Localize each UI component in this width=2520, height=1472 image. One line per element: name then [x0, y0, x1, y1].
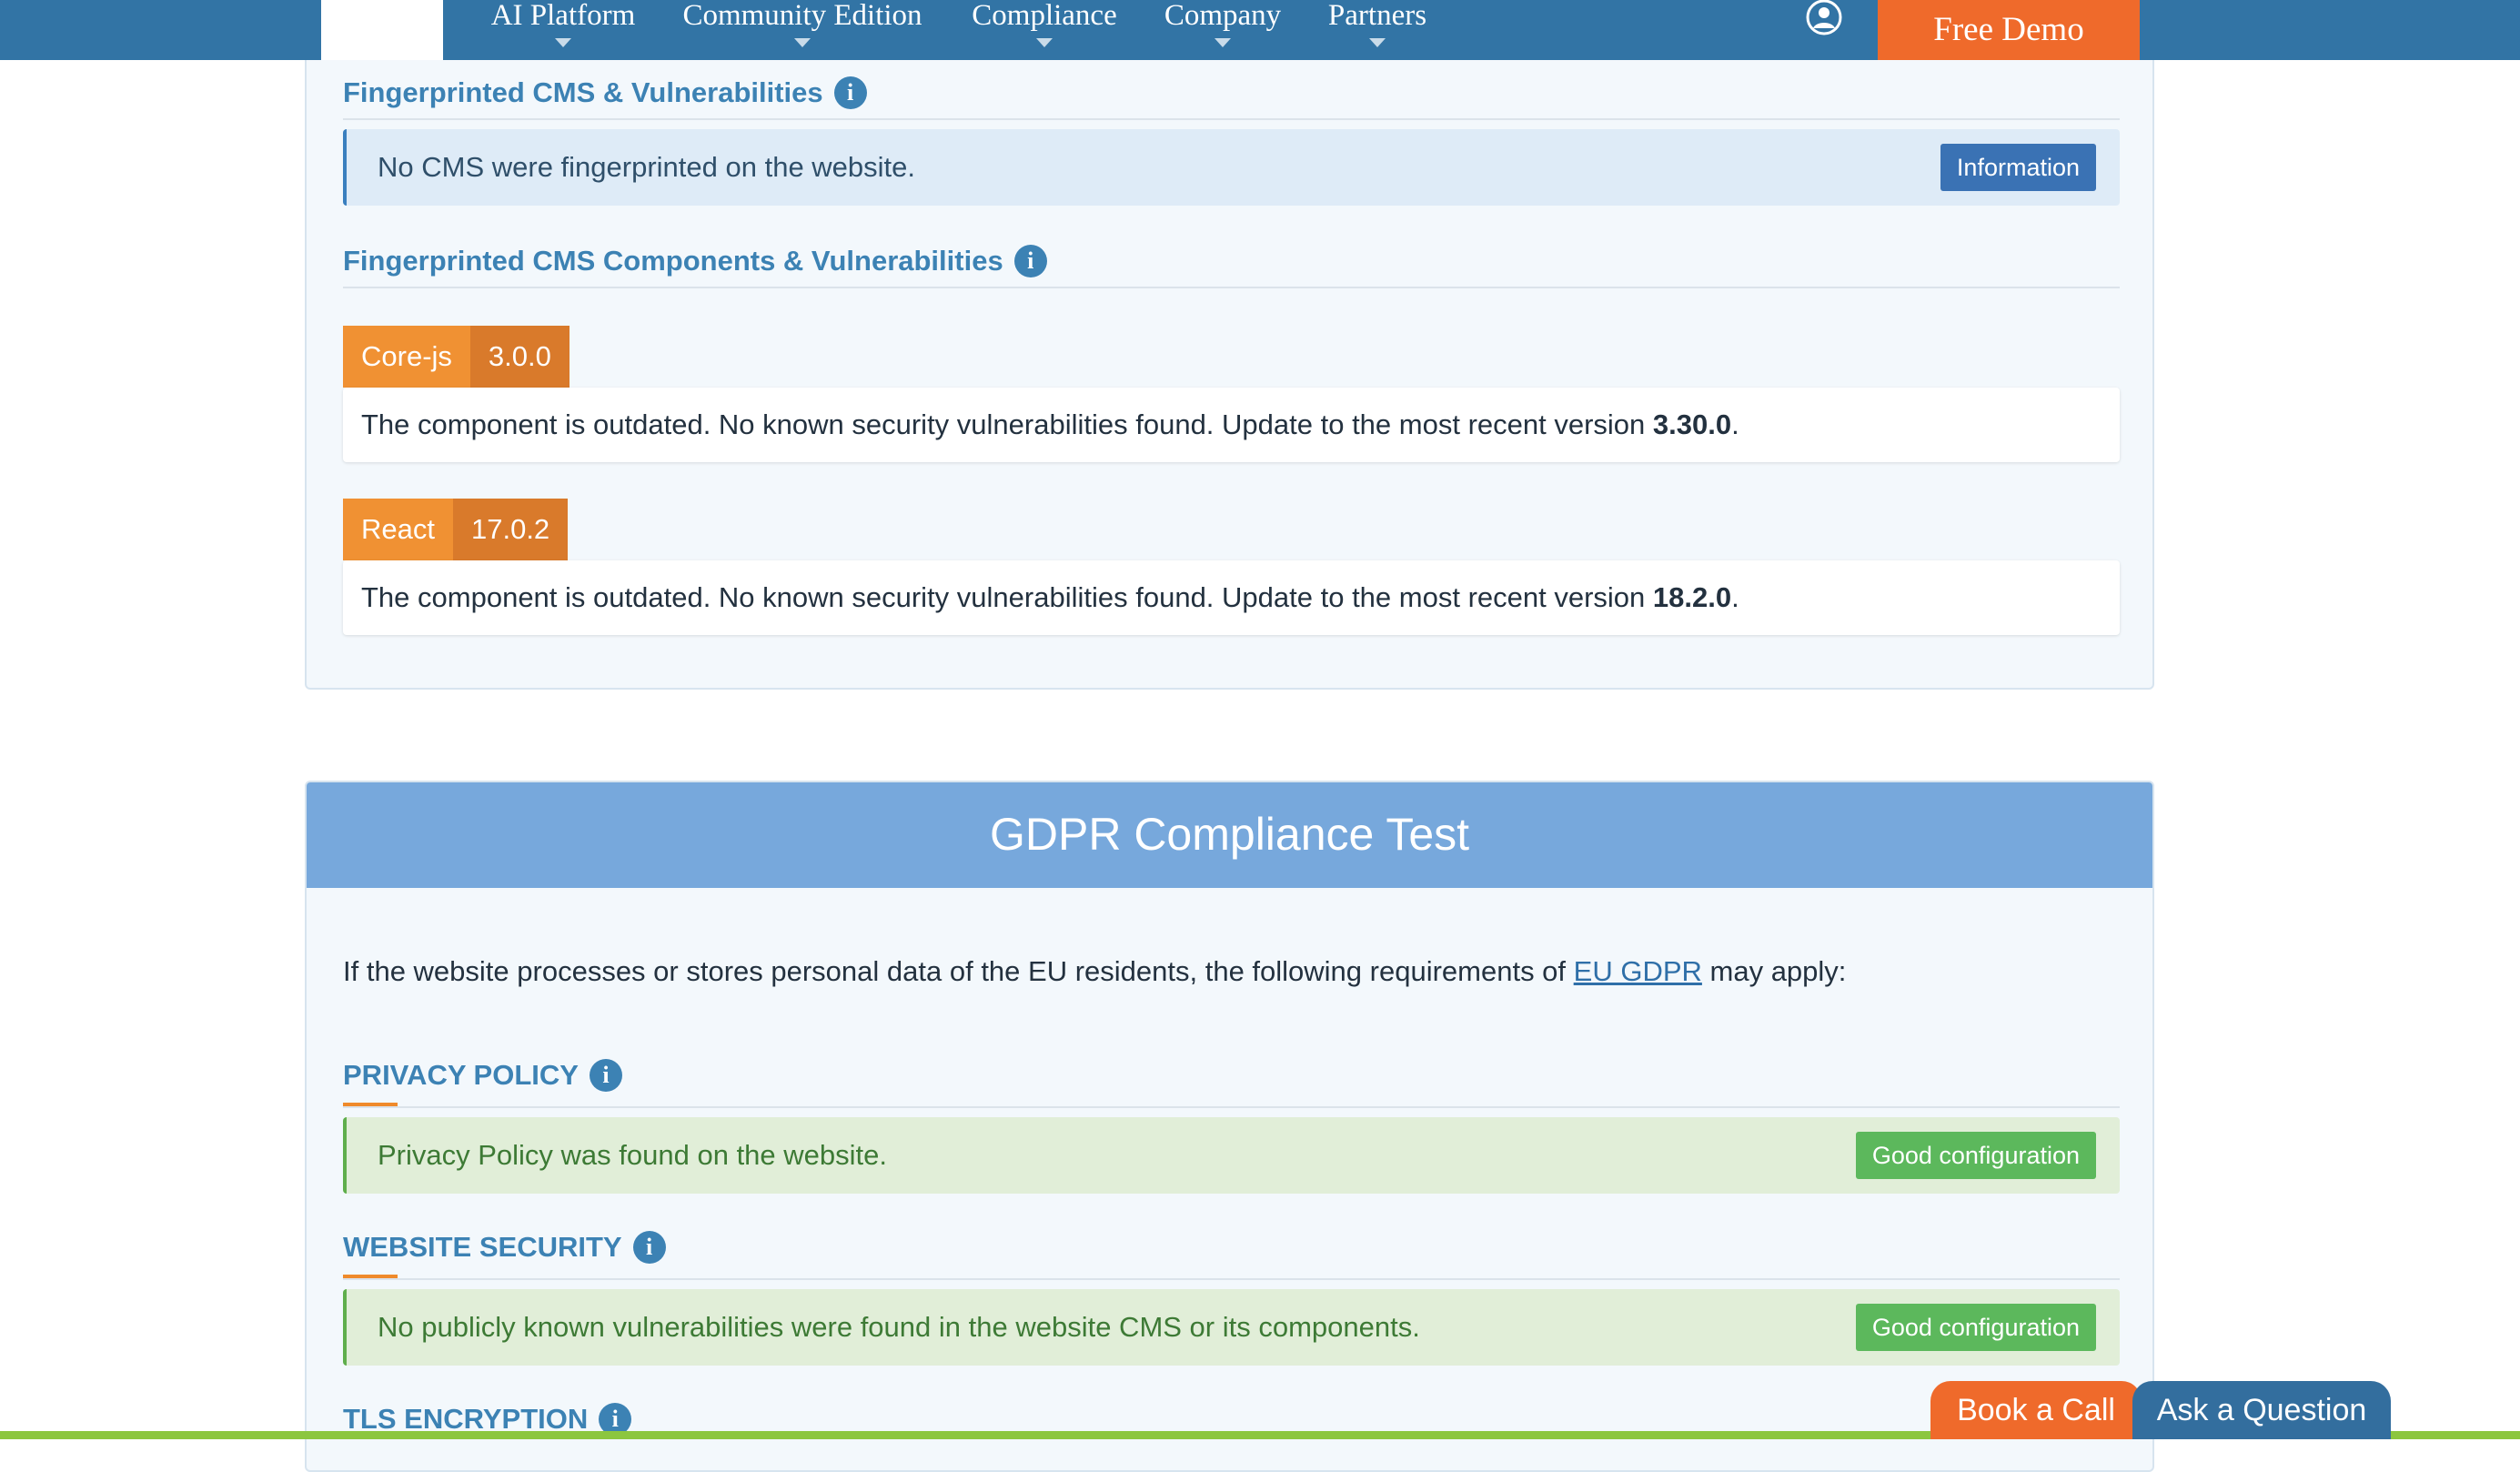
- chevron-down-icon: [1369, 38, 1386, 47]
- ask-a-question-button[interactable]: Ask a Question: [2132, 1381, 2391, 1439]
- website-security-alert: No publicly known vulnerabilities were f…: [343, 1289, 2120, 1366]
- privacy-policy-alert: Privacy Policy was found on the website.…: [343, 1117, 2120, 1194]
- eu-gdpr-link[interactable]: EU GDPR: [1574, 955, 1702, 987]
- latest-version: 3.30.0: [1652, 408, 1732, 440]
- nav-label: Company: [1164, 0, 1282, 32]
- intro-text: If the website processes or stores perso…: [343, 955, 1574, 987]
- nav-label: Compliance: [972, 0, 1117, 32]
- component-text: The component is outdated. No known secu…: [361, 408, 1653, 440]
- component-name: Core-js: [343, 326, 470, 388]
- divider: [343, 118, 2120, 120]
- nav-label: AI Platform: [490, 0, 636, 32]
- nav-item-company[interactable]: Company: [1163, 0, 1283, 60]
- title-underline-accent: [343, 1275, 398, 1278]
- chevron-down-icon: [1036, 38, 1053, 47]
- chevron-down-icon: [555, 38, 571, 47]
- cms-panel: Fingerprinted CMS & Vulnerabilities i No…: [305, 0, 2154, 690]
- privacy-policy-title-text: PRIVACY POLICY: [343, 1059, 579, 1091]
- component-version: 3.0.0: [469, 326, 570, 388]
- top-navigation: AI Platform Community Edition Compliance…: [0, 0, 2520, 60]
- component-version: 17.0.2: [452, 499, 569, 560]
- component-name: React: [343, 499, 453, 560]
- cms-info-alert: No CMS were fingerprinted on the website…: [343, 129, 2120, 206]
- divider: [343, 287, 2120, 288]
- user-circle-icon[interactable]: [1805, 0, 1843, 38]
- good-configuration-badge: Good configuration: [1855, 1132, 2096, 1179]
- nav-label: Community Edition: [682, 0, 922, 32]
- divider: [343, 1278, 2120, 1280]
- component-text: The component is outdated. No known secu…: [361, 581, 1653, 613]
- logo-tab[interactable]: [321, 0, 443, 60]
- title-underline-accent: [343, 1103, 398, 1106]
- gdpr-header-title: GDPR Compliance Test: [307, 782, 2152, 888]
- website-security-message: No publicly known vulnerabilities were f…: [378, 1311, 1420, 1343]
- cms-message: No CMS were fingerprinted on the website…: [378, 151, 916, 183]
- info-icon[interactable]: i: [833, 76, 867, 109]
- component-suffix: .: [1731, 408, 1739, 440]
- book-a-call-button[interactable]: Book a Call: [1930, 1381, 2142, 1439]
- free-demo-button[interactable]: Free Demo: [1878, 0, 2140, 60]
- information-badge: Information: [1940, 144, 2096, 191]
- nav-item-compliance[interactable]: Compliance: [970, 0, 1119, 60]
- nav-item-ai-platform[interactable]: AI Platform: [488, 0, 639, 60]
- chevron-down-icon: [1215, 38, 1231, 47]
- latest-version: 18.2.0: [1652, 581, 1732, 613]
- privacy-policy-title: PRIVACY POLICY i: [343, 1059, 622, 1092]
- gdpr-intro: If the website processes or stores perso…: [343, 955, 1846, 988]
- chevron-down-icon: [794, 38, 811, 47]
- component-suffix: .: [1731, 581, 1739, 613]
- info-icon[interactable]: i: [1013, 245, 1047, 277]
- privacy-policy-message: Privacy Policy was found on the website.: [378, 1139, 887, 1171]
- gdpr-panel: GDPR Compliance Test If the website proc…: [305, 781, 2154, 1472]
- components-title-text: Fingerprinted CMS Components & Vulnerabi…: [343, 245, 1003, 277]
- good-configuration-badge: Good configuration: [1855, 1304, 2096, 1351]
- info-icon[interactable]: i: [632, 1231, 666, 1264]
- website-security-title: WEBSITE SECURITY i: [343, 1231, 666, 1264]
- components-section-title: Fingerprinted CMS Components & Vulnerabi…: [343, 245, 1047, 277]
- website-security-title-text: WEBSITE SECURITY: [343, 1231, 622, 1263]
- nav-label: Partners: [1327, 0, 1427, 32]
- component-detail-react: The component is outdated. No known secu…: [343, 560, 2120, 635]
- intro-text-end: may apply:: [1701, 955, 1847, 987]
- info-icon[interactable]: i: [589, 1059, 622, 1092]
- nav-item-community-edition[interactable]: Community Edition: [679, 0, 926, 60]
- cms-title-text: Fingerprinted CMS & Vulnerabilities: [343, 76, 823, 108]
- component-tag-react: React 17.0.2: [343, 499, 569, 560]
- component-detail-corejs: The component is outdated. No known secu…: [343, 388, 2120, 462]
- nav-item-partners[interactable]: Partners: [1326, 0, 1428, 60]
- cms-section-title: Fingerprinted CMS & Vulnerabilities i: [343, 76, 867, 109]
- component-tag-corejs: Core-js 3.0.0: [343, 326, 570, 388]
- divider: [343, 1106, 2120, 1108]
